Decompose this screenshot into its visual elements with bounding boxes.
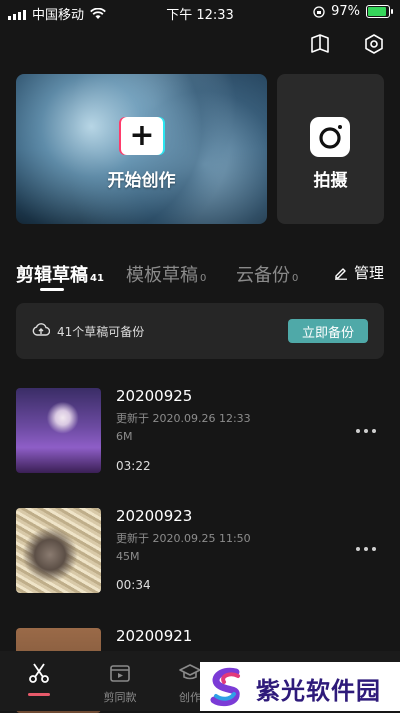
clapper-icon — [110, 665, 130, 682]
tab-cloud-backup-count: 0 — [292, 273, 299, 284]
battery-percent: 97% — [331, 4, 360, 19]
shoot-label: 拍摄 — [313, 171, 348, 191]
more-options-icon[interactable] — [356, 546, 376, 552]
watermark-text: 紫光软件园 — [256, 677, 381, 705]
manage-button[interactable]: 管理 — [334, 262, 384, 283]
tab-cloud-backup[interactable]: 云备份 0 — [236, 261, 298, 287]
nav-create-label: 创作 — [179, 691, 201, 704]
nav-templates[interactable]: 剪同款 — [90, 661, 150, 705]
shoot-card[interactable]: 拍摄 — [277, 74, 384, 224]
tab-template-drafts-label: 模板草稿 — [126, 265, 198, 286]
tab-template-drafts[interactable]: 模板草稿 0 — [126, 261, 206, 287]
active-nav-indicator — [28, 693, 50, 696]
scissors-icon — [29, 663, 49, 683]
draft-title[interactable]: 20200921 — [116, 627, 192, 645]
battery-icon — [366, 5, 393, 18]
nav-edit[interactable] — [9, 661, 69, 689]
backup-text: 41个草稿可备份 — [57, 325, 145, 339]
orientation-lock-icon — [313, 5, 325, 18]
tab-edit-drafts-label: 剪辑草稿 — [16, 265, 88, 286]
tab-edit-drafts-count: 41 — [90, 273, 104, 284]
watermark-logo-icon — [210, 667, 240, 707]
draft-updated: 更新于 2020.09.25 11:50 — [116, 532, 251, 545]
graduation-cap-icon — [179, 664, 201, 680]
backup-now-button[interactable]: 立即备份 — [288, 319, 368, 343]
nav-templates-label: 剪同款 — [103, 691, 137, 704]
active-tab-indicator — [40, 288, 64, 291]
manage-label: 管理 — [353, 264, 384, 282]
tab-template-drafts-count: 0 — [200, 273, 207, 284]
settings-icon[interactable] — [360, 30, 388, 58]
tab-cloud-backup-label: 云备份 — [236, 265, 290, 286]
draft-duration: 03:22 — [116, 459, 151, 473]
plus-icon: + — [121, 117, 163, 155]
book-icon[interactable] — [306, 30, 334, 58]
status-bar: 中国移动 下午 12:33 97% — [0, 0, 400, 24]
cloud-upload-icon — [32, 323, 50, 336]
draft-updated: 更新于 2020.09.26 12:33 — [116, 412, 251, 425]
start-creating-card[interactable]: + 开始创作 — [16, 74, 267, 224]
draft-title[interactable]: 20200923 — [116, 507, 192, 525]
draft-title[interactable]: 20200925 — [116, 387, 192, 405]
edit-pencil-icon — [334, 267, 347, 280]
draft-duration: 00:34 — [116, 578, 151, 592]
draft-thumbnail[interactable] — [16, 508, 101, 593]
draft-size: 45M — [116, 550, 140, 563]
start-creating-label: 开始创作 — [107, 171, 176, 191]
watermark: 紫光软件园 — [200, 662, 400, 711]
backup-banner: 41个草稿可备份 立即备份 — [16, 303, 384, 359]
draft-size: 6M — [116, 430, 133, 443]
more-options-icon[interactable] — [356, 428, 376, 434]
tab-edit-drafts[interactable]: 剪辑草稿 41 — [16, 261, 104, 287]
camera-icon — [310, 117, 350, 157]
status-right: 97% — [313, 4, 393, 19]
draft-thumbnail[interactable] — [16, 388, 101, 473]
